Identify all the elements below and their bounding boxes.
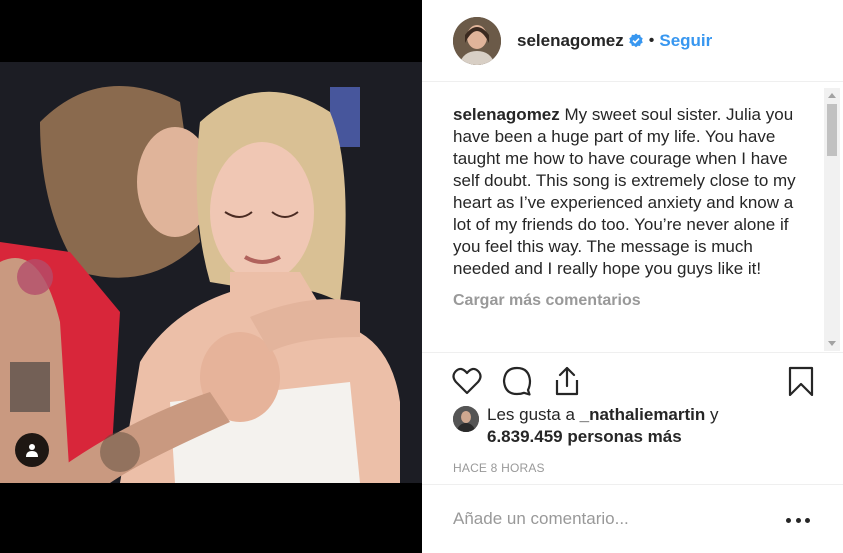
caption-text: My sweet soul sister. Julia you have bee… — [453, 105, 796, 278]
scroll-up-icon[interactable] — [828, 93, 836, 98]
cut-comment-glyphs — [453, 344, 793, 350]
user-tag-button[interactable] — [15, 433, 49, 467]
separator-dot: • — [648, 31, 655, 49]
likes-text: Les gusta a _nathaliemartin y 6.839.459 … — [487, 404, 719, 448]
likes-conj: y — [705, 405, 719, 424]
likes-prefix: Les gusta a — [487, 405, 580, 424]
post-actions — [422, 352, 843, 412]
user-tag-icon — [26, 444, 38, 457]
more-dot — [795, 517, 801, 523]
load-more-comments-button[interactable]: Cargar más comentarios — [453, 292, 826, 310]
heart-icon[interactable] — [452, 366, 482, 396]
post-photo[interactable] — [0, 62, 422, 483]
more-dot — [786, 517, 791, 523]
share-icon[interactable] — [552, 366, 582, 396]
comments-scrollbar[interactable] — [824, 88, 840, 351]
post-timestamp[interactable]: HACE 8 HORAS — [453, 461, 545, 475]
post-photo-image — [0, 62, 422, 483]
verified-badge-icon — [629, 33, 643, 47]
more-options-icon[interactable] — [786, 515, 810, 525]
avatar-image — [453, 16, 501, 65]
scroll-down-icon[interactable] — [828, 341, 836, 346]
more-dot — [805, 517, 810, 523]
post-side-panel: selenagomez • Seguir selenagomez My swee… — [422, 0, 843, 553]
avatar[interactable] — [453, 16, 501, 65]
post-header: selenagomez • Seguir — [422, 0, 843, 82]
follow-button[interactable]: Seguir — [659, 31, 712, 51]
username[interactable]: selenagomez — [517, 31, 624, 51]
caption: selenagomez My sweet soul sister. Julia … — [453, 104, 808, 280]
comments-section: selenagomez My sweet soul sister. Julia … — [422, 90, 826, 350]
scroll-thumb[interactable] — [827, 104, 837, 156]
liker-avatar[interactable] — [453, 406, 479, 432]
liker-username[interactable]: _nathaliemartin — [580, 405, 706, 424]
photo-pane — [0, 0, 422, 553]
likes-count[interactable]: 6.839.459 personas más — [487, 427, 682, 446]
add-comment-bar — [422, 484, 843, 553]
partially-visible-comment — [453, 344, 793, 350]
bookmark-icon[interactable] — [786, 366, 816, 396]
comment-input[interactable] — [453, 509, 753, 529]
likes-summary: Les gusta a _nathaliemartin y 6.839.459 … — [453, 404, 719, 448]
liker-avatar-image — [453, 406, 479, 432]
caption-username[interactable]: selenagomez — [453, 105, 560, 124]
comment-icon[interactable] — [502, 366, 532, 396]
